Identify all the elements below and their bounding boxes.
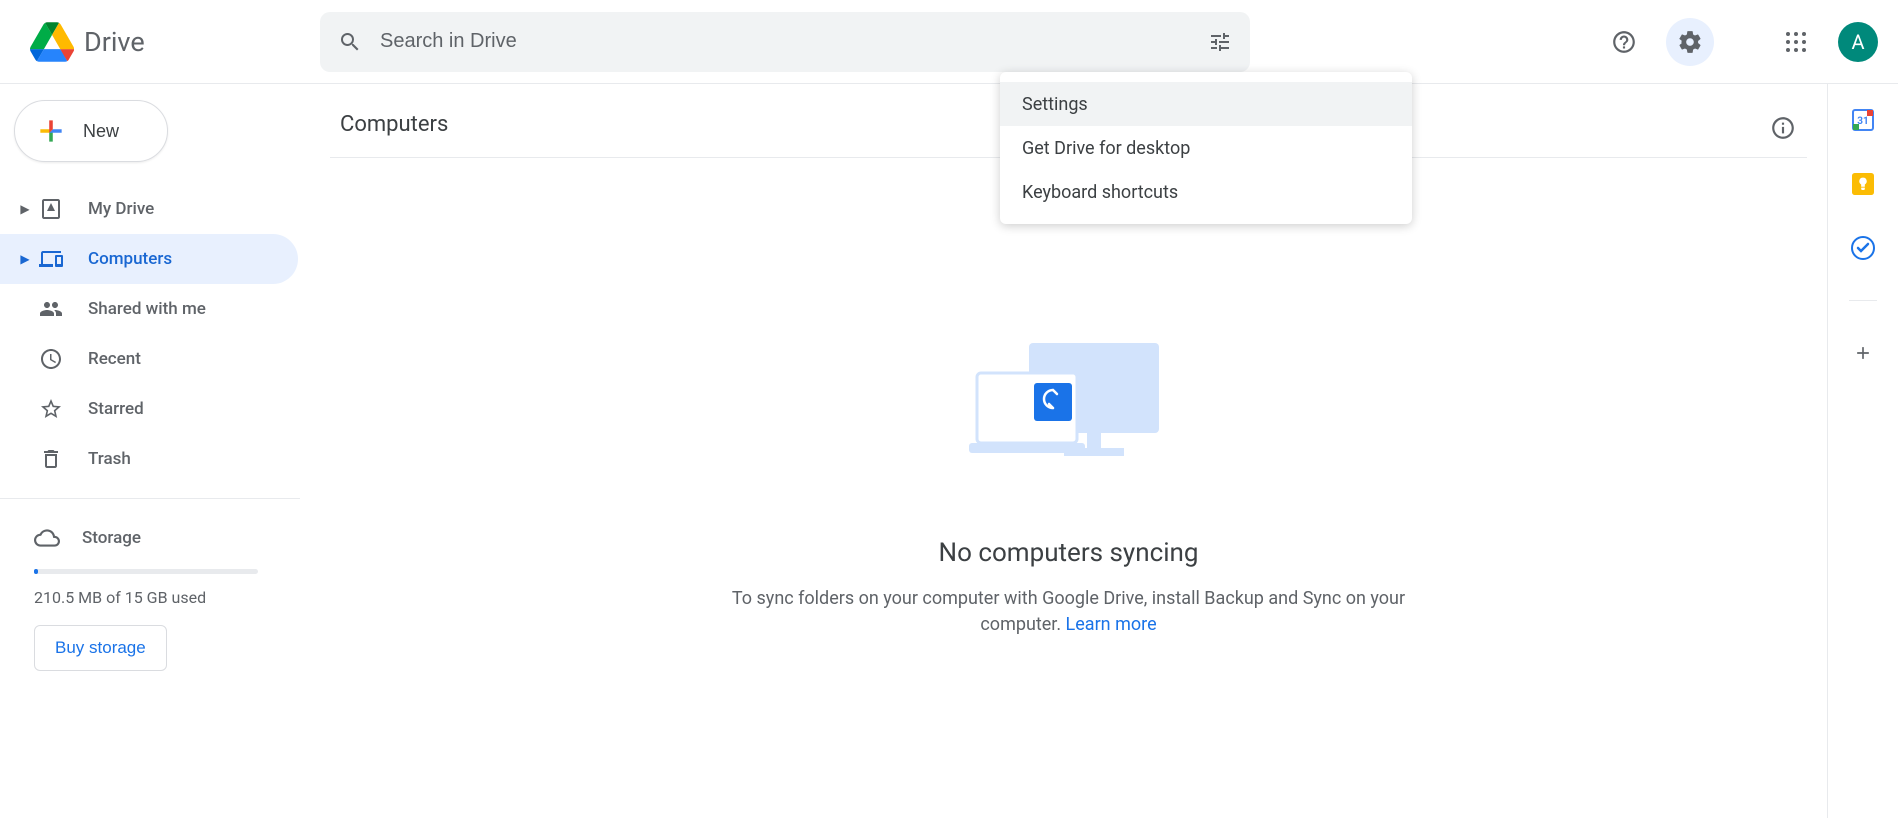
sidebar-item-storage[interactable]: Storage (0, 513, 310, 563)
shared-icon (36, 297, 66, 321)
svg-text:31: 31 (1857, 116, 1868, 127)
empty-state-description: To sync folders on your computer with Go… (709, 586, 1429, 638)
product-name: Drive (84, 26, 145, 58)
keep-app-button[interactable] (1851, 172, 1875, 196)
sidebar-item-label: Computers (88, 249, 172, 269)
cloud-icon (34, 525, 60, 551)
empty-state-title: No computers syncing (939, 538, 1199, 568)
keep-icon (1852, 173, 1874, 195)
sidebar-item-label: Shared with me (88, 299, 206, 319)
empty-state: No computers syncing To sync folders on … (330, 338, 1807, 638)
apps-grid-icon (1784, 30, 1808, 54)
sidebar-item-trash[interactable]: Trash (0, 434, 298, 484)
empty-state-illustration (969, 338, 1169, 468)
plus-icon (35, 115, 67, 147)
chevron-right-icon: ▶ (18, 202, 32, 216)
drive-logo-icon (30, 22, 74, 62)
menu-item-keyboard-shortcuts[interactable]: Keyboard shortcuts (1000, 170, 1412, 214)
view-details-button[interactable] (1759, 104, 1807, 152)
side-panel: 31 (1828, 84, 1898, 818)
settings-menu-popup: Settings Get Drive for desktop Keyboard … (1000, 72, 1412, 224)
storage-progress-bar (34, 569, 258, 574)
sidebar: New ▶ My Drive ▶ Computers (0, 84, 310, 818)
search-input[interactable] (380, 30, 1208, 53)
app-header: Drive A (0, 0, 1898, 84)
storage-used-text: 210.5 MB of 15 GB used (34, 588, 310, 607)
sidebar-item-label: My Drive (88, 199, 154, 219)
help-icon (1611, 29, 1637, 55)
support-button[interactable] (1600, 18, 1648, 66)
settings-button[interactable] (1666, 18, 1714, 66)
menu-item-get-drive-desktop[interactable]: Get Drive for desktop (1000, 126, 1412, 170)
learn-more-link[interactable]: Learn more (1066, 614, 1157, 635)
account-avatar[interactable]: A (1838, 22, 1878, 62)
star-icon (36, 397, 66, 421)
gear-icon (1677, 29, 1703, 55)
chevron-right-icon: ▶ (18, 252, 32, 266)
logo-lockup[interactable]: Drive (20, 22, 320, 62)
buy-storage-button[interactable]: Buy storage (34, 625, 167, 671)
sidebar-item-label: Trash (88, 449, 131, 469)
tasks-app-button[interactable] (1851, 236, 1875, 260)
sidebar-item-shared[interactable]: Shared with me (0, 284, 298, 334)
plus-icon (1853, 343, 1873, 363)
sidebar-item-my-drive[interactable]: ▶ My Drive (0, 184, 298, 234)
sidebar-item-computers[interactable]: ▶ Computers (0, 234, 298, 284)
computers-icon (36, 247, 66, 271)
tasks-icon (1851, 236, 1875, 260)
sidebar-item-label: Starred (88, 399, 144, 419)
divider (0, 498, 300, 499)
calendar-app-button[interactable]: 31 (1851, 108, 1875, 132)
search-icon (338, 30, 362, 54)
menu-item-settings[interactable]: Settings (1000, 82, 1412, 126)
nav: ▶ My Drive ▶ Computers Shared with me (0, 184, 310, 671)
sidebar-item-label: Recent (88, 349, 141, 369)
new-button-label: New (83, 121, 119, 142)
header-actions: A (1600, 18, 1878, 66)
search-bar[interactable] (320, 12, 1250, 72)
avatar-initial: A (1851, 30, 1864, 54)
info-icon (1770, 115, 1796, 141)
divider (1849, 300, 1877, 301)
trash-icon (36, 447, 66, 471)
search-options-icon[interactable] (1208, 30, 1232, 54)
sidebar-item-recent[interactable]: Recent (0, 334, 298, 384)
google-apps-button[interactable] (1772, 18, 1820, 66)
storage-label: Storage (82, 528, 141, 548)
my-drive-icon (36, 197, 66, 221)
get-addons-button[interactable] (1851, 341, 1875, 365)
sidebar-item-starred[interactable]: Starred (0, 384, 298, 434)
clock-icon (36, 347, 66, 371)
new-button[interactable]: New (14, 100, 168, 162)
calendar-icon: 31 (1851, 108, 1875, 132)
